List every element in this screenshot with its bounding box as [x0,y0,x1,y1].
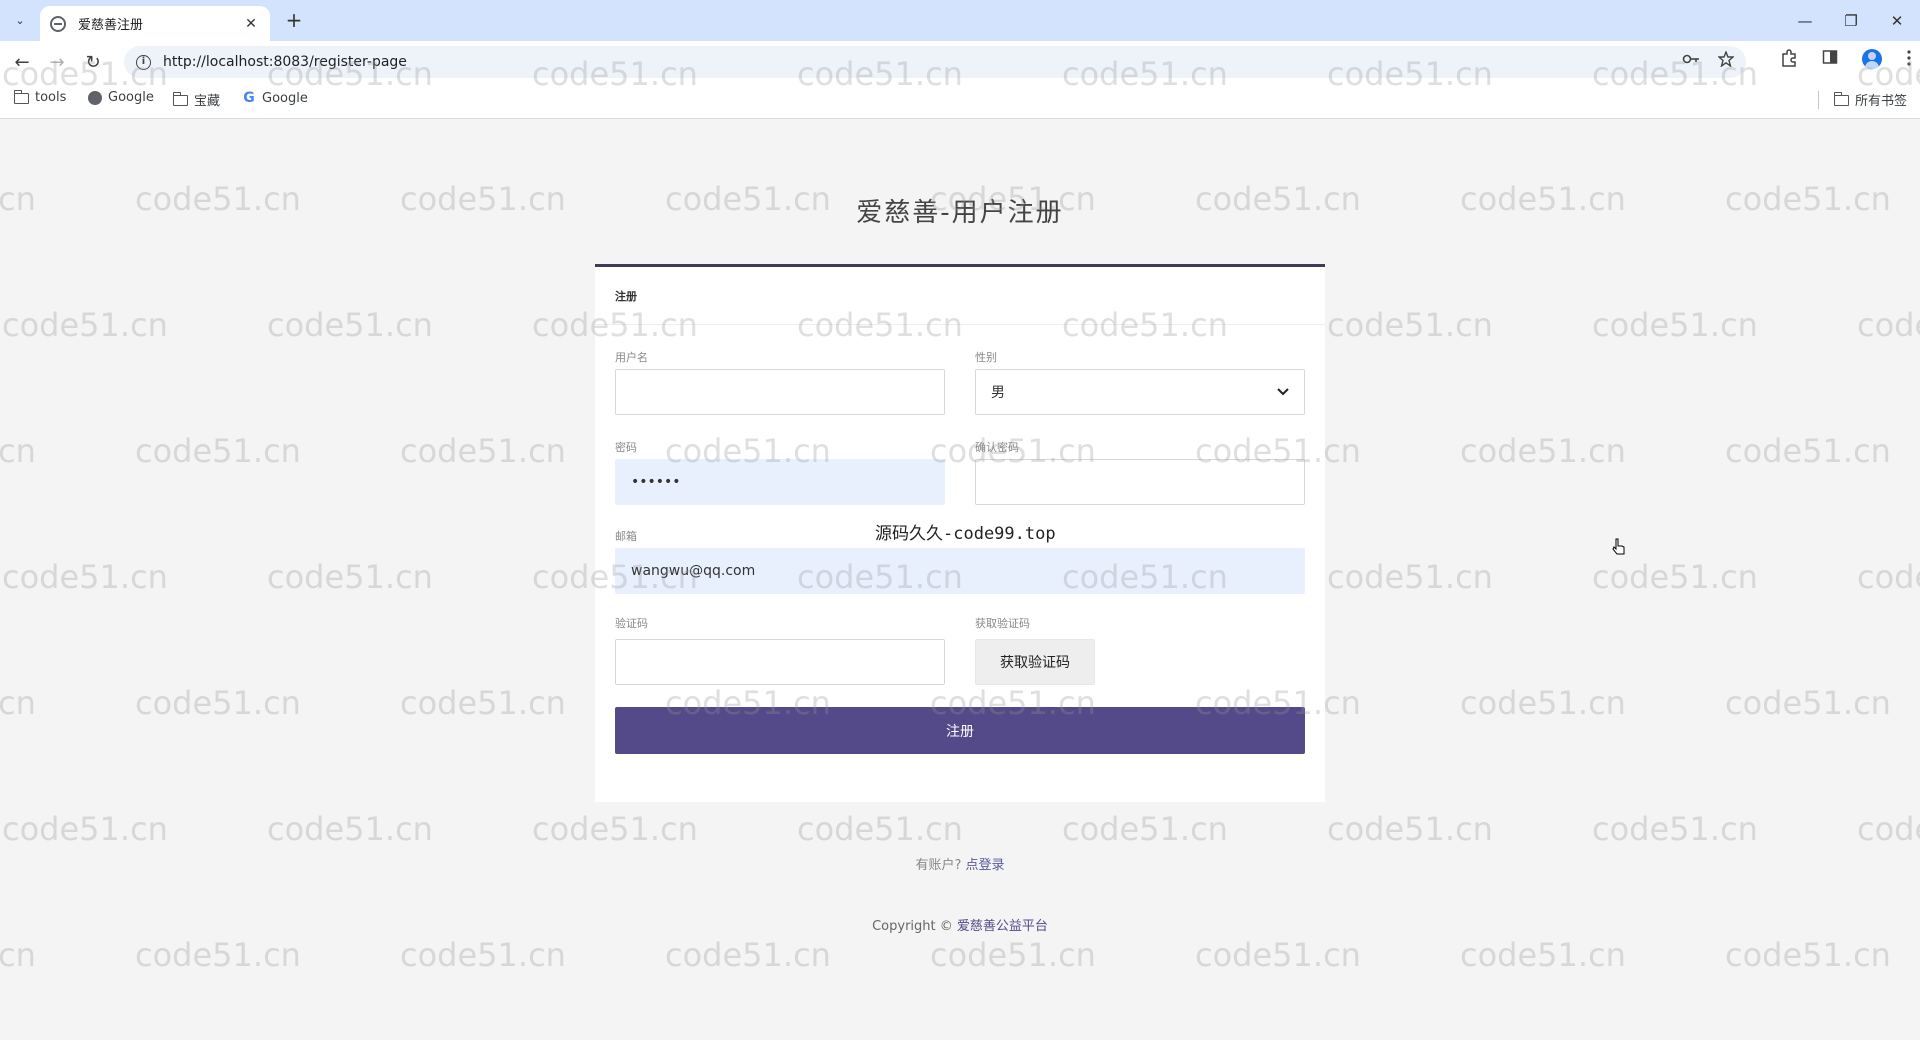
folder-icon [1833,92,1849,106]
extensions-icon[interactable] [1780,49,1798,71]
password-input[interactable]: •••••• [615,459,945,505]
address-bar[interactable]: i http://localhost:8083/register-page [124,46,1746,78]
email-input[interactable]: wangwu@qq.com [615,548,1305,594]
overlay-watermark-text: 源码久久-code99.top [875,524,1056,544]
site-info-icon[interactable]: i [136,54,151,70]
globe-icon [50,15,66,32]
menu-icon[interactable] [1906,49,1912,71]
toolbar-icons [1780,49,1912,71]
verification-code-input[interactable] [615,639,945,685]
confirm-password-input[interactable] [975,459,1305,505]
folder-icon [172,92,188,106]
bookmark-label: tools [35,90,67,105]
login-prompt-text: 有账户? [915,858,962,873]
star-icon[interactable] [1717,50,1735,71]
new-tab-button[interactable]: + [282,9,306,33]
browser-tab[interactable]: 爱慈善注册 ✕ [40,6,270,41]
forward-button[interactable]: → [44,49,70,75]
all-bookmarks[interactable]: 所有书签 [1833,90,1908,109]
gender-select[interactable]: 男 [975,369,1305,415]
minimize-button[interactable]: — [1782,0,1828,41]
chevron-down-icon [1277,385,1289,400]
code-label: 验证码 [615,617,648,630]
tab-list-button[interactable]: ⌄ [10,10,30,30]
close-tab-icon[interactable]: ✕ [242,16,260,32]
tab-title: 爱慈善注册 [78,18,144,33]
bookmark-label: 宝藏 [194,94,221,109]
bookmark-tools[interactable]: tools [13,90,67,105]
register-button[interactable]: 注册 [615,707,1305,754]
bookmark-label: Google [108,90,154,105]
get-code-label: 获取验证码 [975,617,1030,630]
key-icon[interactable] [1682,51,1700,71]
login-link[interactable]: 点登录 [966,858,1005,873]
back-button[interactable]: ← [9,49,35,75]
side-panel-icon[interactable] [1822,49,1838,71]
folder-icon [13,90,29,104]
google-icon: G [243,90,255,106]
username-label: 用户名 [615,351,648,364]
window-controls: — ❐ ✕ [1782,0,1920,41]
bookmark-treasure[interactable]: 宝藏 [172,90,221,109]
card-header: 注册 [595,267,1325,325]
maximize-button[interactable]: ❐ [1828,0,1874,41]
bookmark-label: Google [262,90,308,106]
bookmark-google-2[interactable]: G Google [242,90,308,106]
bookmark-google[interactable]: Google [88,90,154,105]
reload-button[interactable]: ↻ [80,49,106,75]
gender-label: 性别 [975,351,997,364]
url-text[interactable]: http://localhost:8083/register-page [163,54,407,70]
bookmarks-bar: tools Google 宝藏 G Google 所有书签 [0,81,1920,119]
browser-tab-bar: ⌄ 爱慈善注册 ✕ + — ❐ ✕ [0,0,1920,41]
browser-toolbar: ← → ↻ i http://localhost:8083/register-p… [0,41,1920,81]
copyright-brand: 爱慈善公益平台 [956,919,1048,934]
page-title: 爱慈善-用户注册 [856,198,1064,228]
globe-icon [88,90,102,105]
all-bookmarks-label: 所有书签 [1855,94,1908,109]
gender-value: 男 [991,385,1005,401]
get-code-button[interactable]: 获取验证码 [975,639,1095,685]
email-label: 邮箱 [615,530,637,543]
omnibox-icons [1682,50,1735,71]
cursor-icon [1612,538,1626,556]
profile-icon[interactable] [1862,49,1882,69]
copyright-prefix: Copyright © [872,919,953,934]
password-label: 密码 [615,441,637,454]
copyright: Copyright © 爱慈善公益平台 [0,915,1920,934]
login-prompt: 有账户? 点登录 [0,854,1920,873]
confirm-password-label: 确认密码 [975,441,1019,454]
bookmarks-divider [1818,91,1819,109]
close-window-button[interactable]: ✕ [1874,0,1920,41]
page-content: 爱慈善-用户注册 注册 用户名 性别 男 密码 •••••• 确认密码 邮箱 w… [0,120,1920,1040]
username-input[interactable] [615,369,945,415]
